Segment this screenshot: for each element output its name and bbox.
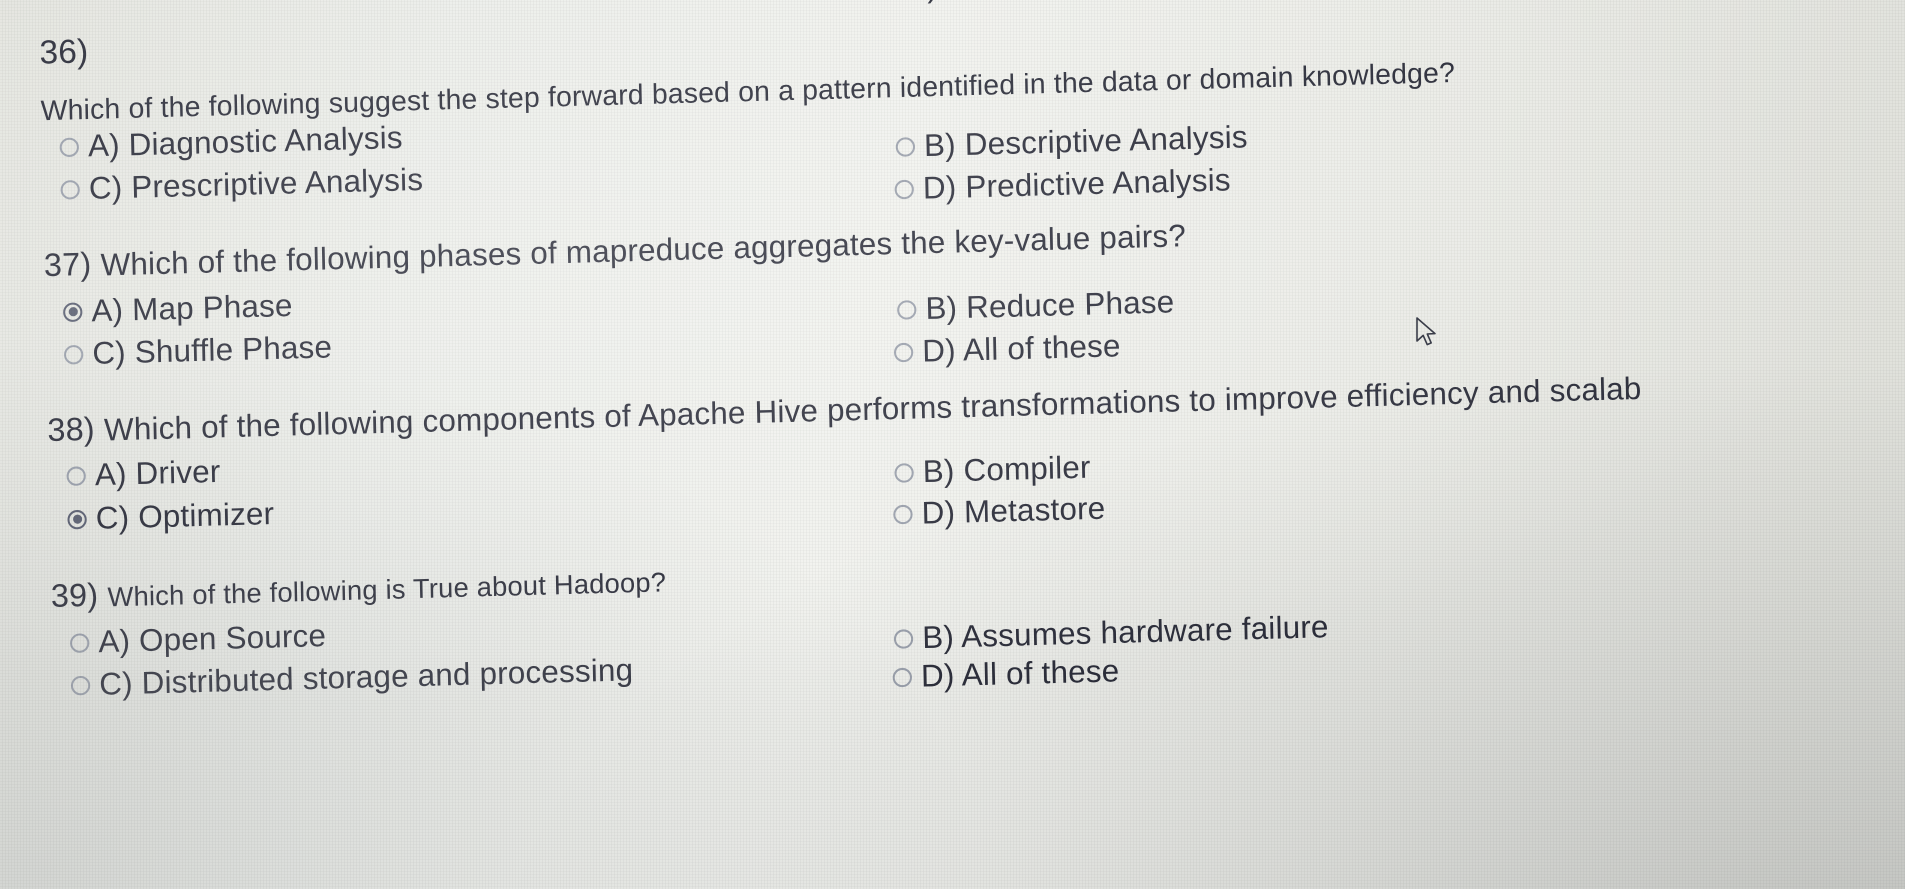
question-39-option-c[interactable]: C) Distributed storage and processing [70,651,634,704]
radio-38-a[interactable] [66,465,87,486]
radio-37-b[interactable] [896,299,917,320]
radio-39-c[interactable] [70,675,91,695]
option-label: C) Distributed storage and processing [98,651,634,702]
question-36-number: 36) [39,31,89,71]
question-37-text: Which of the following phases of mapredu… [100,217,1187,283]
radio-37-a[interactable] [62,301,83,322]
option-label: B) Reduce Phase [925,283,1175,327]
mouse-cursor-arrow-icon [1414,316,1440,350]
option-label: A) Driver [94,453,221,493]
question-38-option-d[interactable]: D) Metastore [893,490,1106,532]
question-38-text: Which of the following components of Apa… [103,370,1642,448]
photographed-screen: D) Creating big datasets 36) Which of th… [0,0,1905,889]
question-36-option-b[interactable]: B) Descriptive Analysis [895,119,1248,165]
question-36-option-c[interactable]: C) Prescriptive Analysis [60,161,424,208]
radio-38-c[interactable] [67,509,87,530]
radio-36-b[interactable] [895,136,916,157]
clipped-top-option[interactable]: D) Creating big datasets [876,0,1243,7]
radio-36-d[interactable] [894,179,915,199]
option-label: D) Predictive Analysis [922,161,1232,206]
quiz-content-plane: D) Creating big datasets 36) Which of th… [6,0,1905,889]
option-label: B) Assumes hardware failure [921,608,1329,656]
option-label: A) Open Source [98,617,327,660]
question-39-number: 39) [50,576,99,615]
radio-36-a[interactable] [59,136,80,157]
option-label: A) Diagnostic Analysis [87,119,404,164]
option-label: D) All of these [921,327,1121,369]
radio-39-d[interactable] [892,667,913,687]
radio-38-b[interactable] [894,462,914,483]
option-label: D) All of these [920,652,1120,694]
question-38-number: 38) [47,410,96,449]
radio-39-a[interactable] [69,632,90,653]
question-38-option-a[interactable]: A) Driver [66,454,221,495]
question-38-option-b[interactable]: B) Compiler [894,449,1091,491]
question-39-option-b[interactable]: B) Assumes hardware failure [893,608,1329,657]
question-39-option-a[interactable]: A) Open Source [69,617,327,661]
option-label: D) Metastore [921,490,1106,531]
question-37-option-a[interactable]: A) Map Phase [62,287,293,331]
radio-36-c[interactable] [60,179,81,200]
question-36-option-d[interactable]: D) Predictive Analysis [894,162,1231,208]
option-label: C) Optimizer [95,495,275,536]
question-36-text: Which of the following suggest the step … [40,56,1456,127]
option-label: B) Compiler [922,449,1091,490]
option-label: C) Shuffle Phase [91,329,333,371]
option-label: B) Descriptive Analysis [923,118,1249,164]
radio-37-c[interactable] [63,344,84,365]
question-36-option-a[interactable]: A) Diagnostic Analysis [59,120,403,166]
question-37-option-c[interactable]: C) Shuffle Phase [63,329,333,373]
radio-38-d[interactable] [893,504,913,524]
question-37-option-d[interactable]: D) All of these [893,327,1121,371]
option-label: A) Map Phase [91,287,293,329]
question-39-text: Which of the following is True about Had… [107,567,667,613]
radio-39-b[interactable] [893,628,914,649]
clipped-top-option-label: D) Creating big datasets [904,0,1243,6]
question-37-option-b[interactable]: B) Reduce Phase [896,283,1175,328]
radio-37-d[interactable] [893,342,914,362]
question-39-option-d[interactable]: D) All of these [892,652,1120,696]
question-38-option-c[interactable]: C) Optimizer [67,495,275,538]
question-37-number: 37) [43,245,92,284]
option-label: C) Prescriptive Analysis [88,161,424,207]
